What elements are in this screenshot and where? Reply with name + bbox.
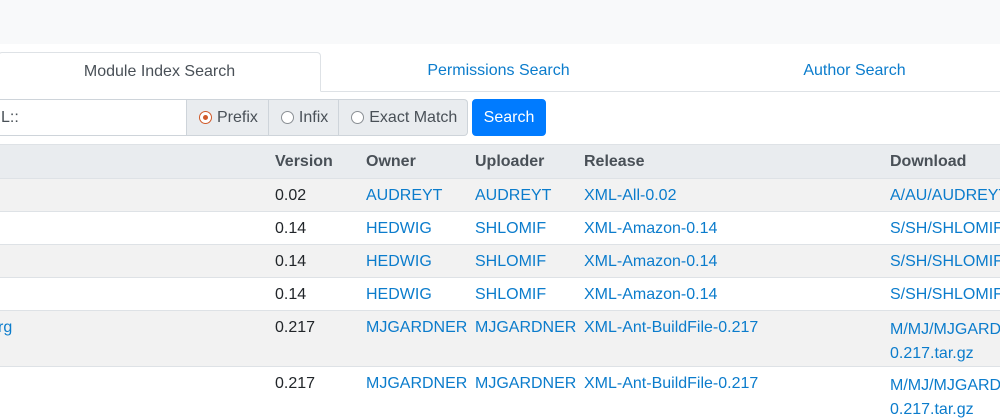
option-prefix[interactable]: Prefix <box>186 99 269 136</box>
table-row: 0.14 HEDWIG SHLOMIF XML-Amazon-0.14 S/SH… <box>0 212 1000 245</box>
version-cell: 0.14 <box>275 286 307 303</box>
download-link[interactable]: S/SH/SHLOMIF/ <box>890 220 1000 238</box>
uploader-link[interactable]: SHLOMIF <box>475 253 580 271</box>
radio-checked-icon[interactable] <box>199 111 212 124</box>
table-row: 0.14 HEDWIG SHLOMIF XML-Amazon-0.14 S/SH… <box>0 278 1000 311</box>
download-link[interactable]: S/SH/SHLOMIF/ <box>890 286 1000 304</box>
release-link[interactable]: XML-Ant-BuildFile-0.217 <box>584 319 884 337</box>
download-link[interactable]: M/MJ/MJGARDN 0.217.tar.gz <box>890 374 1000 420</box>
uploader-link[interactable]: MJGARDNER <box>475 375 580 393</box>
radio-unchecked-icon[interactable] <box>351 111 365 124</box>
table-row: 0.14 HEDWIG SHLOMIF XML-Amazon-0.14 S/SH… <box>0 245 1000 278</box>
header-version: Version <box>275 153 333 170</box>
table-row: 0.02 AUDREYT AUDREYT XML-All-0.02 A/AU/A… <box>0 179 1000 212</box>
search-button[interactable]: Search <box>472 99 546 136</box>
release-link[interactable]: XML-Amazon-0.14 <box>584 220 884 238</box>
download-line-1: M/MJ/MJGARDN <box>890 377 1000 394</box>
option-exact-match-label: Exact Match <box>369 108 458 126</box>
release-link[interactable]: XML-Amazon-0.14 <box>584 286 884 304</box>
download-line-2: 0.217.tar.gz <box>890 401 974 418</box>
release-link[interactable]: XML-Ant-BuildFile-0.217 <box>584 375 884 393</box>
header-uploader: Uploader <box>475 153 545 170</box>
option-infix-label: Infix <box>298 108 329 126</box>
radio-unchecked-icon[interactable] <box>280 111 294 124</box>
header-release: Release <box>584 153 645 170</box>
table-row: 0.217 MJGARDNER MJGARDNER XML-Ant-BuildF… <box>0 367 1000 420</box>
download-line-2: 0.217.tar.gz <box>890 345 974 362</box>
top-navbar <box>0 0 1000 44</box>
version-cell: 0.02 <box>275 187 307 204</box>
version-cell: 0.217 <box>275 375 316 392</box>
tab-author-search[interactable]: Author Search <box>677 52 1000 92</box>
results-table: Version Owner Uploader Release Download … <box>0 144 1000 420</box>
download-link[interactable]: A/AU/AUDREYT <box>890 187 1000 205</box>
owner-link[interactable]: HEDWIG <box>366 286 471 304</box>
search-form: Prefix Infix Exact Match <box>0 99 469 136</box>
match-type-options: Prefix Infix Exact Match <box>186 99 469 136</box>
table-header-row: Version Owner Uploader Release Download <box>0 144 1000 179</box>
tab-permissions-search[interactable]: Permissions Search <box>320 52 677 92</box>
download-line-1: M/MJ/MJGARDN <box>890 321 1000 338</box>
option-infix[interactable]: Infix <box>268 99 340 136</box>
option-exact-match[interactable]: Exact Match <box>339 99 469 136</box>
uploader-link[interactable]: AUDREYT <box>475 187 580 205</box>
search-tabs: Module Index Search Permissions Search A… <box>0 44 1000 92</box>
release-link[interactable]: XML-All-0.02 <box>584 187 884 205</box>
download-link[interactable]: S/SH/SHLOMIF/ <box>890 253 1000 271</box>
uploader-link[interactable]: SHLOMIF <box>475 220 580 238</box>
owner-link[interactable]: HEDWIG <box>366 220 471 238</box>
release-link[interactable]: XML-Amazon-0.14 <box>584 253 884 271</box>
module-search-input[interactable] <box>0 99 186 136</box>
module-link[interactable]: rg <box>0 319 268 337</box>
owner-link[interactable]: HEDWIG <box>366 253 471 271</box>
owner-link[interactable]: MJGARDNER <box>366 375 471 393</box>
owner-link[interactable]: AUDREYT <box>366 187 471 205</box>
tab-module-index-search[interactable]: Module Index Search <box>0 52 321 92</box>
owner-link[interactable]: MJGARDNER <box>366 319 471 337</box>
uploader-link[interactable]: SHLOMIF <box>475 286 580 304</box>
option-prefix-label: Prefix <box>217 108 258 126</box>
version-cell: 0.217 <box>275 319 316 336</box>
table-row: rg 0.217 MJGARDNER MJGARDNER XML-Ant-Bui… <box>0 311 1000 367</box>
uploader-link[interactable]: MJGARDNER <box>475 319 580 337</box>
header-owner: Owner <box>366 153 416 170</box>
version-cell: 0.14 <box>275 220 307 237</box>
header-download: Download <box>890 153 967 170</box>
version-cell: 0.14 <box>275 253 307 270</box>
download-link[interactable]: M/MJ/MJGARDN 0.217.tar.gz <box>890 318 1000 366</box>
